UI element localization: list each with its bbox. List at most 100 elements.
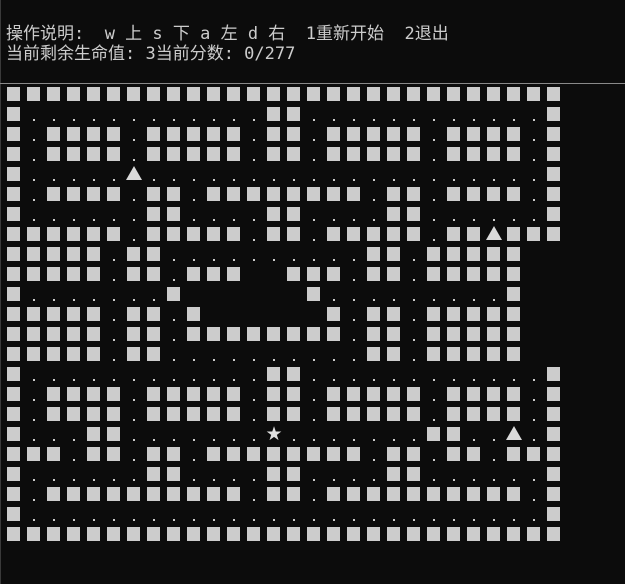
- wall-block: [287, 127, 300, 141]
- wall-block: [347, 187, 360, 201]
- pellet-dot: [513, 479, 515, 481]
- pellet-dot: [113, 379, 115, 381]
- pellet-dot: [173, 319, 175, 321]
- pellet-dot: [493, 519, 495, 521]
- wall-block: [467, 227, 480, 241]
- wall-block: [47, 187, 60, 201]
- wall-block: [267, 407, 280, 421]
- pellet-dot: [313, 179, 315, 181]
- pellet-dot: [233, 219, 235, 221]
- pellet-dot: [233, 439, 235, 441]
- wall-block: [287, 467, 300, 481]
- wall-block: [167, 387, 180, 401]
- pellet-dot: [433, 199, 435, 201]
- wall-block: [547, 507, 560, 521]
- wall-block: [247, 447, 260, 461]
- wall-block: [167, 287, 180, 301]
- pellet-dot: [513, 119, 515, 121]
- wall-block: [387, 467, 400, 481]
- wall-block: [387, 527, 400, 541]
- wall-block: [287, 327, 300, 341]
- wall-block: [327, 187, 340, 201]
- pellet-dot: [113, 219, 115, 221]
- pellet-dot: [373, 479, 375, 481]
- pellet-dot: [253, 159, 255, 161]
- pellet-dot: [513, 219, 515, 221]
- wall-block: [427, 307, 440, 321]
- wall-block: [107, 187, 120, 201]
- wall-block: [147, 147, 160, 161]
- pellet-dot: [473, 219, 475, 221]
- wall-block: [227, 407, 240, 421]
- wall-block: [347, 87, 360, 101]
- pellet-dot: [53, 299, 55, 301]
- pellet-dot: [373, 459, 375, 461]
- pellet-dot: [393, 179, 395, 181]
- wall-block: [407, 487, 420, 501]
- wall-block: [47, 147, 60, 161]
- wall-block: [327, 267, 340, 281]
- pellet-dot: [373, 439, 375, 441]
- wall-block: [327, 87, 340, 101]
- wall-block: [47, 327, 60, 341]
- wall-block: [7, 527, 20, 541]
- wall-block: [427, 347, 440, 361]
- pellet-dot: [173, 519, 175, 521]
- wall-block: [467, 147, 480, 161]
- wall-block: [507, 327, 520, 341]
- wall-block: [47, 407, 60, 421]
- pellet-dot: [73, 379, 75, 381]
- wall-block: [327, 147, 340, 161]
- wall-block: [447, 227, 460, 241]
- wall-block: [7, 427, 20, 441]
- wall-block: [227, 387, 240, 401]
- wall-block: [547, 187, 560, 201]
- wall-block: [47, 87, 60, 101]
- wall-block: [167, 407, 180, 421]
- wall-block: [287, 87, 300, 101]
- wall-block: [467, 527, 480, 541]
- wall-block: [87, 427, 100, 441]
- wall-block: [227, 487, 240, 501]
- wall-block: [447, 307, 460, 321]
- wall-block: [387, 87, 400, 101]
- pellet-dot: [493, 119, 495, 121]
- wall-block: [187, 327, 200, 341]
- pellet-dot: [53, 379, 55, 381]
- wall-block: [287, 487, 300, 501]
- pellet-dot: [73, 299, 75, 301]
- pellet-dot: [473, 119, 475, 121]
- wall-block: [327, 487, 340, 501]
- wall-block: [7, 87, 20, 101]
- pellet-dot: [413, 339, 415, 341]
- wall-block: [167, 527, 180, 541]
- wall-block: [267, 447, 280, 461]
- pellet-dot: [533, 199, 535, 201]
- wall-block: [367, 347, 380, 361]
- pellet-dot: [133, 399, 135, 401]
- pellet-dot: [313, 219, 315, 221]
- wall-block: [147, 187, 160, 201]
- pellet-dot: [133, 419, 135, 421]
- wall-block: [7, 127, 20, 141]
- pellet-dot: [453, 119, 455, 121]
- pellet-dot: [33, 119, 35, 121]
- pellet-dot: [93, 479, 95, 481]
- pellet-dot: [533, 479, 535, 481]
- pellet-dot: [173, 179, 175, 181]
- wall-block: [67, 487, 80, 501]
- pellet-dot: [453, 219, 455, 221]
- wall-block: [347, 147, 360, 161]
- pellet-dot: [113, 519, 115, 521]
- wall-block: [327, 447, 340, 461]
- pellet-dot: [313, 419, 315, 421]
- pellet-dot: [333, 439, 335, 441]
- pellet-dot: [213, 359, 215, 361]
- wall-block: [507, 187, 520, 201]
- wall-block: [267, 367, 280, 381]
- pellet-dot: [73, 479, 75, 481]
- wall-block: [447, 447, 460, 461]
- wall-block: [447, 327, 460, 341]
- wall-block: [407, 227, 420, 241]
- pellet-dot: [33, 299, 35, 301]
